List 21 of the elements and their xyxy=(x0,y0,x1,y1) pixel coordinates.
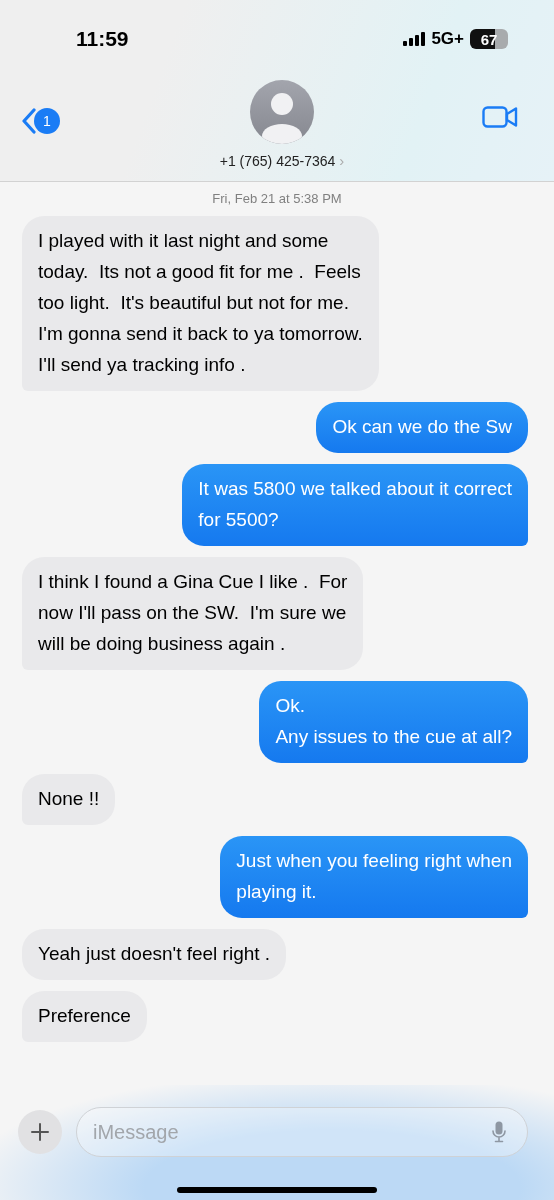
network-label: 5G+ xyxy=(431,29,464,49)
received-message-bubble: I played with it last night and some today. Its not a good fit for me . Feels too light. It's beautiful but not for me. I'm gonna send it back to ya tomorrow. I'll send ya tracking info . xyxy=(22,216,379,391)
contact-name[interactable]: +1 (765) 425-7364 › xyxy=(219,152,345,169)
sent-message-bubble: Ok can we do the Sw xyxy=(316,402,528,453)
microphone-icon[interactable] xyxy=(492,1121,506,1143)
received-message-bubble: None !! xyxy=(22,774,116,825)
video-call-icon[interactable] xyxy=(482,106,518,128)
add-button[interactable] xyxy=(18,1110,62,1154)
plus-icon[interactable] xyxy=(30,1122,50,1142)
message-timestamp: Fri, Feb 21 at 5:38 PM xyxy=(211,191,343,206)
received-message-bubble: I think I found a Gina Cue I like . For now I'll pass on the SW. I'm sure we will be doing business again . xyxy=(22,557,364,670)
sent-message-bubble: Ok. Any issues to the cue at all? xyxy=(259,681,528,763)
signal-icon xyxy=(403,32,426,46)
chevron-icon[interactable] xyxy=(22,108,36,134)
status-time: 11:59 xyxy=(76,27,129,51)
sent-message-bubble: Just when you feeling right when playing it. xyxy=(220,836,528,918)
avatar-icon[interactable] xyxy=(250,80,314,144)
received-message-bubble: Yeah just doesn't feel right . xyxy=(22,929,287,980)
sent-message-bubble: It was 5800 we talked about it correct for 5500? xyxy=(182,464,528,546)
message-field[interactable]: iMessage xyxy=(76,1107,528,1157)
received-message-bubble: Preference xyxy=(22,991,147,1042)
